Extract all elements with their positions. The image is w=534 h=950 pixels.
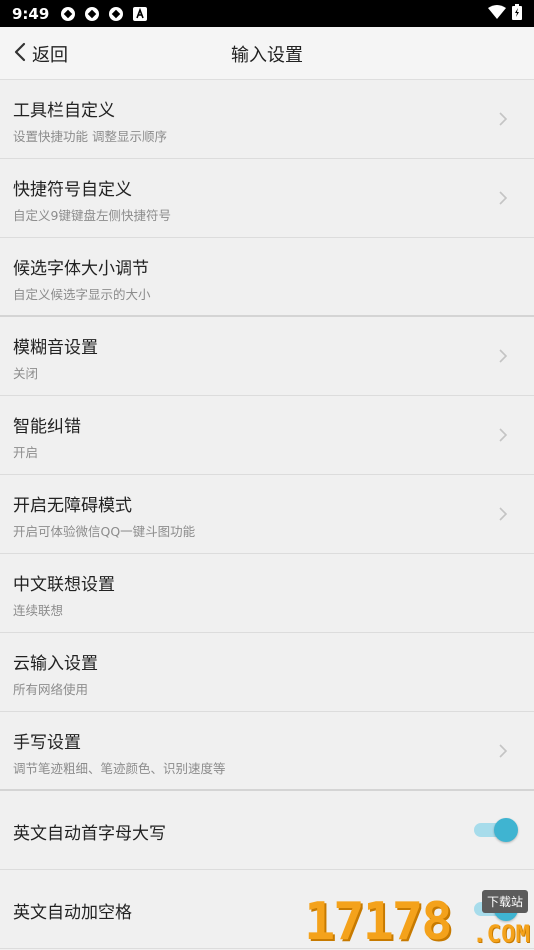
auto-space-toggle[interactable] xyxy=(472,897,518,921)
chevron-left-icon xyxy=(14,42,26,66)
notification-icon xyxy=(107,5,125,23)
chevron-right-icon xyxy=(498,505,508,523)
back-label: 返回 xyxy=(32,44,68,66)
setting-title: 智能纠错 xyxy=(13,417,81,437)
setting-shortcut-symbols[interactable]: 快捷符号自定义 自定义9键键盘左侧快捷符号 xyxy=(0,159,534,238)
setting-subtitle: 设置快捷功能 调整显示顺序 xyxy=(13,129,167,144)
setting-accessibility-mode[interactable]: 开启无障碍模式 开启可体验微信QQ一键斗图功能 xyxy=(0,475,534,554)
setting-subtitle: 自定义候选字显示的大小 xyxy=(13,287,151,302)
setting-subtitle: 开启可体验微信QQ一键斗图功能 xyxy=(13,524,196,539)
notification-icon xyxy=(83,5,101,23)
setting-title: 英文自动首字母大写 xyxy=(13,824,166,844)
status-bar: 9:49 xyxy=(0,0,534,27)
setting-auto-capitalize[interactable]: 英文自动首字母大写 xyxy=(0,791,534,870)
setting-chinese-prediction[interactable]: 中文联想设置 连续联想 xyxy=(0,554,534,633)
setting-subtitle: 开启 xyxy=(13,445,39,460)
setting-smart-correction[interactable]: 智能纠错 开启 xyxy=(0,396,534,475)
chevron-right-icon xyxy=(498,347,508,365)
notification-icon xyxy=(59,5,77,23)
setting-handwriting[interactable]: 手写设置 调节笔迹粗细、笔迹颜色、识别速度等 xyxy=(0,712,534,791)
app-header: 返回 输入设置 xyxy=(0,27,534,80)
setting-fuzzy-pinyin[interactable]: 模糊音设置 关闭 xyxy=(0,317,534,396)
setting-cloud-input[interactable]: 云输入设置 所有网络使用 xyxy=(0,633,534,712)
chevron-right-icon xyxy=(498,742,508,760)
setting-title: 手写设置 xyxy=(13,733,81,753)
chevron-right-icon xyxy=(498,189,508,207)
setting-title: 英文自动加空格 xyxy=(13,903,132,923)
setting-subtitle: 调节笔迹粗细、笔迹颜色、识别速度等 xyxy=(13,761,226,776)
setting-title: 云输入设置 xyxy=(13,654,98,674)
battery-charging-icon xyxy=(512,3,522,24)
settings-list: 工具栏自定义 设置快捷功能 调整显示顺序 快捷符号自定义 自定义9键键盘左侧快捷… xyxy=(0,80,534,949)
auto-capitalize-toggle[interactable] xyxy=(472,818,518,842)
toggle-knob xyxy=(494,818,518,842)
setting-title: 中文联想设置 xyxy=(13,575,115,595)
wifi-icon xyxy=(488,4,506,23)
setting-subtitle: 连续联想 xyxy=(13,603,64,618)
setting-title: 开启无障碍模式 xyxy=(13,496,132,516)
setting-subtitle: 关闭 xyxy=(13,366,39,381)
toggle-knob xyxy=(494,897,518,921)
setting-auto-space[interactable]: 英文自动加空格 xyxy=(0,870,534,949)
setting-subtitle: 自定义9键键盘左侧快捷符号 xyxy=(13,208,171,223)
setting-title: 工具栏自定义 xyxy=(13,101,115,121)
page-title: 输入设置 xyxy=(231,44,303,66)
chevron-right-icon xyxy=(498,110,508,128)
setting-title: 候选字体大小调节 xyxy=(13,259,149,279)
setting-subtitle: 所有网络使用 xyxy=(13,682,89,697)
back-button[interactable]: 返回 xyxy=(14,27,68,80)
setting-candidate-font-size[interactable]: 候选字体大小调节 自定义候选字显示的大小 xyxy=(0,238,534,317)
setting-title: 快捷符号自定义 xyxy=(13,180,132,200)
text-a-icon xyxy=(131,5,149,23)
chevron-right-icon xyxy=(498,426,508,444)
setting-title: 模糊音设置 xyxy=(13,338,98,358)
setting-toolbar-custom[interactable]: 工具栏自定义 设置快捷功能 调整显示顺序 xyxy=(0,80,534,159)
status-time: 9:49 xyxy=(12,4,50,23)
